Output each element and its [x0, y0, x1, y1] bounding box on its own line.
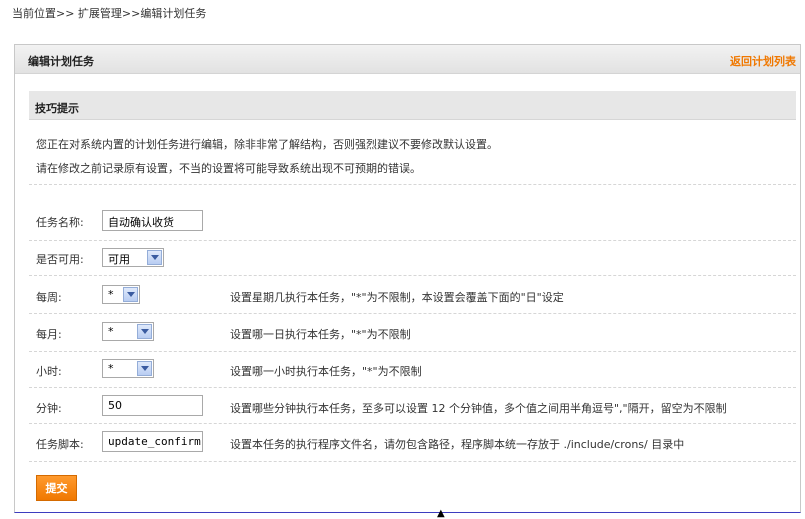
hour-select[interactable]: * [102, 359, 154, 378]
minute-label: 分钟: [36, 402, 62, 415]
chevron-down-icon[interactable] [123, 287, 138, 302]
enabled-select-value: 可用 [108, 253, 130, 266]
tips-title: 技巧提示 [35, 102, 79, 115]
weekday-select-value: * [108, 288, 114, 301]
enabled-select[interactable]: 可用 [102, 248, 164, 267]
tips-header: 技巧提示 [29, 91, 796, 120]
edit-task-panel: 编辑计划任务 返回计划列表 技巧提示 您正在对系统内置的计划任务进行编辑，除非非… [14, 44, 801, 513]
day-label: 每月: [36, 328, 62, 341]
panel-header: 编辑计划任务 返回计划列表 [15, 45, 800, 74]
divider [29, 240, 796, 241]
tip-line-2: 请在修改之前记录原有设置，不当的设置将可能导致系统出现不可预期的错误。 [36, 162, 421, 175]
enabled-label: 是否可用: [36, 253, 84, 266]
divider [29, 461, 796, 462]
mouse-cursor-icon: ▲ [437, 508, 445, 519]
weekday-desc: 设置星期几执行本任务，"*"为不限制，本设置会覆盖下面的"日"设定 [230, 291, 564, 304]
tip-line-1: 您正在对系统内置的计划任务进行编辑，除非非常了解结构，否则强烈建议不要修改默认设… [36, 138, 498, 151]
page-title: 编辑计划任务 [28, 55, 94, 68]
minute-desc: 设置哪些分钟执行本任务，至多可以设置 12 个分钟值，多个值之间用半角逗号","… [230, 402, 727, 415]
divider [29, 275, 796, 276]
submit-button[interactable]: 提交 [36, 475, 77, 501]
chevron-down-icon[interactable] [137, 324, 152, 339]
script-input[interactable]: update_confirm [102, 431, 203, 452]
chevron-down-icon[interactable] [147, 250, 162, 265]
day-select-value: * [108, 325, 114, 338]
day-desc: 设置哪一日执行本任务，"*"为不限制 [230, 328, 411, 341]
divider [29, 351, 796, 352]
chevron-down-icon[interactable] [137, 361, 152, 376]
minute-input[interactable]: 50 [102, 395, 203, 416]
divider [29, 423, 796, 424]
weekday-label: 每周: [36, 291, 62, 304]
divider [29, 184, 796, 185]
hour-label: 小时: [36, 365, 62, 378]
breadcrumb: 当前位置>> 扩展管理>>编辑计划任务 [12, 7, 207, 20]
back-to-list-link[interactable]: 返回计划列表 [730, 53, 796, 69]
day-select[interactable]: * [102, 322, 154, 341]
script-label: 任务脚本: [36, 438, 84, 451]
divider [29, 387, 796, 388]
hour-select-value: * [108, 362, 114, 375]
hour-desc: 设置哪一小时执行本任务，"*"为不限制 [230, 365, 422, 378]
task-name-input[interactable]: 自动确认收货 [102, 210, 203, 231]
script-desc: 设置本任务的执行程序文件名，请勿包含路径，程序脚本统一存放于 ./include… [230, 438, 685, 451]
divider [29, 313, 796, 314]
task-name-label: 任务名称: [36, 216, 84, 229]
weekday-select[interactable]: * [102, 285, 140, 304]
